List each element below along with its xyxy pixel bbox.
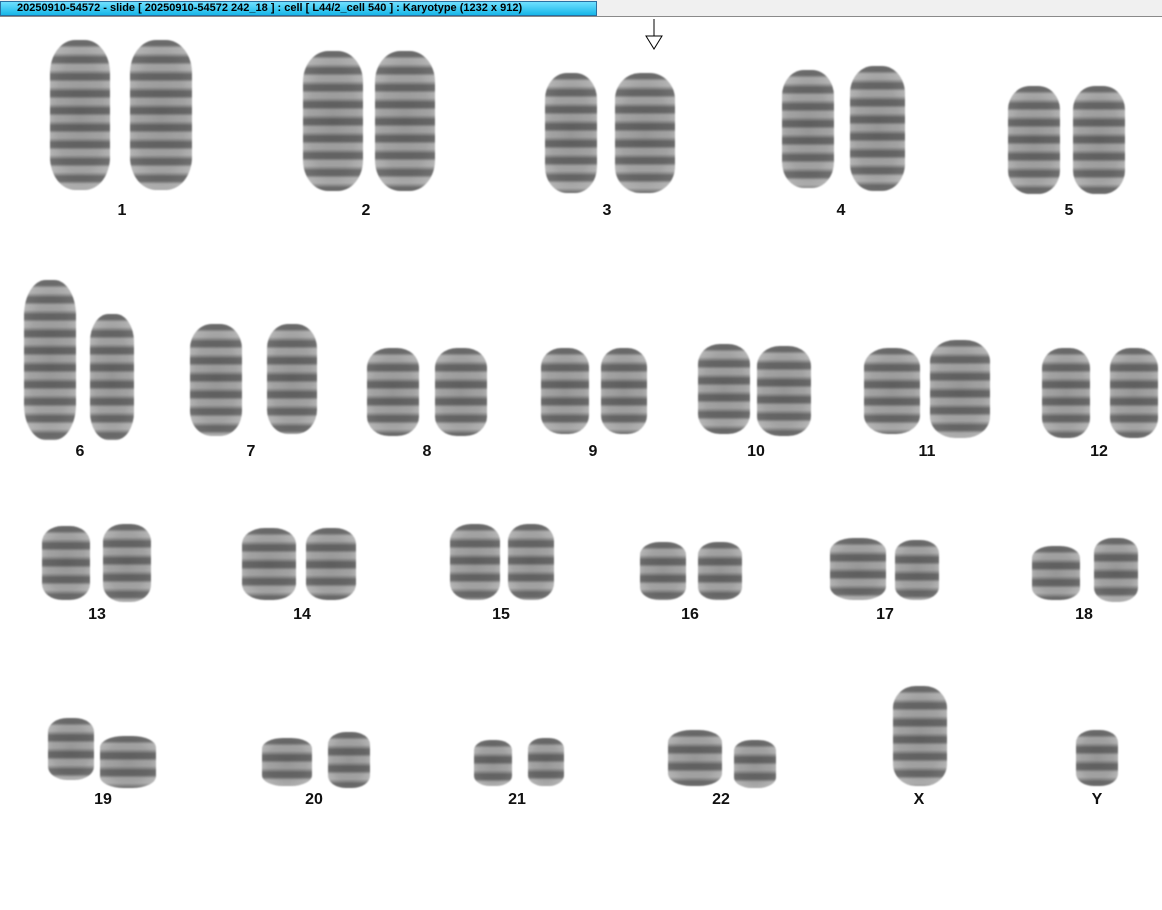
chromosome-12-b[interactable] — [1110, 348, 1158, 438]
chromosome-19-b[interactable] — [100, 736, 156, 788]
chromosome-label-3: 3 — [602, 202, 612, 219]
chromosome-6-a[interactable] — [24, 280, 76, 440]
chromosome-14-b[interactable] — [306, 528, 356, 600]
chromosome-7-b[interactable] — [267, 324, 317, 434]
chromosome-8-a[interactable] — [367, 348, 419, 436]
chromosome-6-b[interactable] — [90, 314, 134, 440]
chromosome-7-a[interactable] — [190, 324, 242, 436]
chromosome-label-21: 21 — [508, 791, 526, 808]
window-title: 20250910-54572 - slide [ 20250910-54572 … — [0, 1, 597, 16]
chromosome-3-b[interactable] — [615, 73, 675, 193]
chromosome-12-a[interactable] — [1042, 348, 1090, 438]
chromosome-label-11: 11 — [918, 443, 936, 460]
chromosome-17-a[interactable] — [830, 538, 886, 600]
chromosome-8-b[interactable] — [435, 348, 487, 436]
chromosome-19-a[interactable] — [48, 718, 94, 780]
chromosome-label-10: 10 — [747, 443, 765, 460]
chromosome-18-b[interactable] — [1094, 538, 1138, 602]
chromosome-4-a[interactable] — [782, 70, 834, 188]
chromosome-label-1: 1 — [117, 202, 127, 219]
chromosome-22-a[interactable] — [668, 730, 722, 786]
chromosome-label-19: 19 — [94, 791, 112, 808]
chromosome-4-b[interactable] — [850, 66, 905, 191]
chromosome-label-12: 12 — [1090, 443, 1108, 460]
chromosome-label-15: 15 — [492, 606, 510, 623]
chromosome-9-b[interactable] — [601, 348, 647, 434]
chromosome-13-b[interactable] — [103, 524, 151, 602]
chromosome-y-a[interactable] — [1076, 730, 1118, 786]
chromosome-label-y: Y — [1091, 791, 1103, 808]
chromosome-label-5: 5 — [1064, 202, 1074, 219]
chromosome-2-a[interactable] — [303, 51, 363, 191]
chromosome-15-b[interactable] — [508, 524, 554, 600]
chromosome-18-a[interactable] — [1032, 546, 1080, 600]
chromosome-10-a[interactable] — [698, 344, 750, 434]
chromosome-label-6: 6 — [75, 443, 85, 460]
chromosome-9-a[interactable] — [541, 348, 589, 434]
chromosome-11-a[interactable] — [864, 348, 920, 434]
chromosome-21-a[interactable] — [474, 740, 512, 786]
chromosome-10-b[interactable] — [757, 346, 811, 436]
chromosome-14-a[interactable] — [242, 528, 296, 600]
chromosome-13-a[interactable] — [42, 526, 90, 600]
chromosome-15-a[interactable] — [450, 524, 500, 600]
window-titlebar: 20250910-54572 - slide [ 20250910-54572 … — [0, 0, 1162, 17]
chromosome-label-2: 2 — [361, 202, 371, 219]
chromosome-label-13: 13 — [88, 606, 106, 623]
chromosome-17-b[interactable] — [895, 540, 939, 600]
chromosome-label-20: 20 — [305, 791, 323, 808]
chromosome-16-b[interactable] — [698, 542, 742, 600]
down-arrow-icon — [645, 19, 663, 50]
chromosome-20-b[interactable] — [328, 732, 370, 788]
chromosome-label-4: 4 — [836, 202, 846, 219]
chromosome-22-b[interactable] — [734, 740, 776, 788]
chromosome-5-b[interactable] — [1073, 86, 1125, 194]
chromosome-16-a[interactable] — [640, 542, 686, 600]
chromosome-label-9: 9 — [588, 443, 598, 460]
chromosome-1-b[interactable] — [130, 40, 192, 190]
chromosome-5-a[interactable] — [1008, 86, 1060, 194]
chromosome-label-x: X — [913, 791, 925, 808]
chromosome-2-b[interactable] — [375, 51, 435, 191]
chromosome-3-a[interactable] — [545, 73, 597, 193]
chromosome-label-8: 8 — [422, 443, 432, 460]
chromosome-label-17: 17 — [876, 606, 894, 623]
chromosome-label-18: 18 — [1075, 606, 1093, 623]
chromosome-label-16: 16 — [681, 606, 699, 623]
chromosome-11-b[interactable] — [930, 340, 990, 438]
chromosome-x-a[interactable] — [893, 686, 947, 786]
karyotype-canvas: 1 2 3 4 5 6 7 8 9 10 11 12 13 14 15 16 17 18 19 20 21 22 X Y — [0, 18, 1162, 910]
chromosome-label-7: 7 — [246, 443, 256, 460]
chromosome-label-14: 14 — [293, 606, 311, 623]
chromosome-1-a[interactable] — [50, 40, 110, 190]
chromosome-label-22: 22 — [712, 791, 730, 808]
chromosome-21-b[interactable] — [528, 738, 564, 786]
chromosome-20-a[interactable] — [262, 738, 312, 786]
